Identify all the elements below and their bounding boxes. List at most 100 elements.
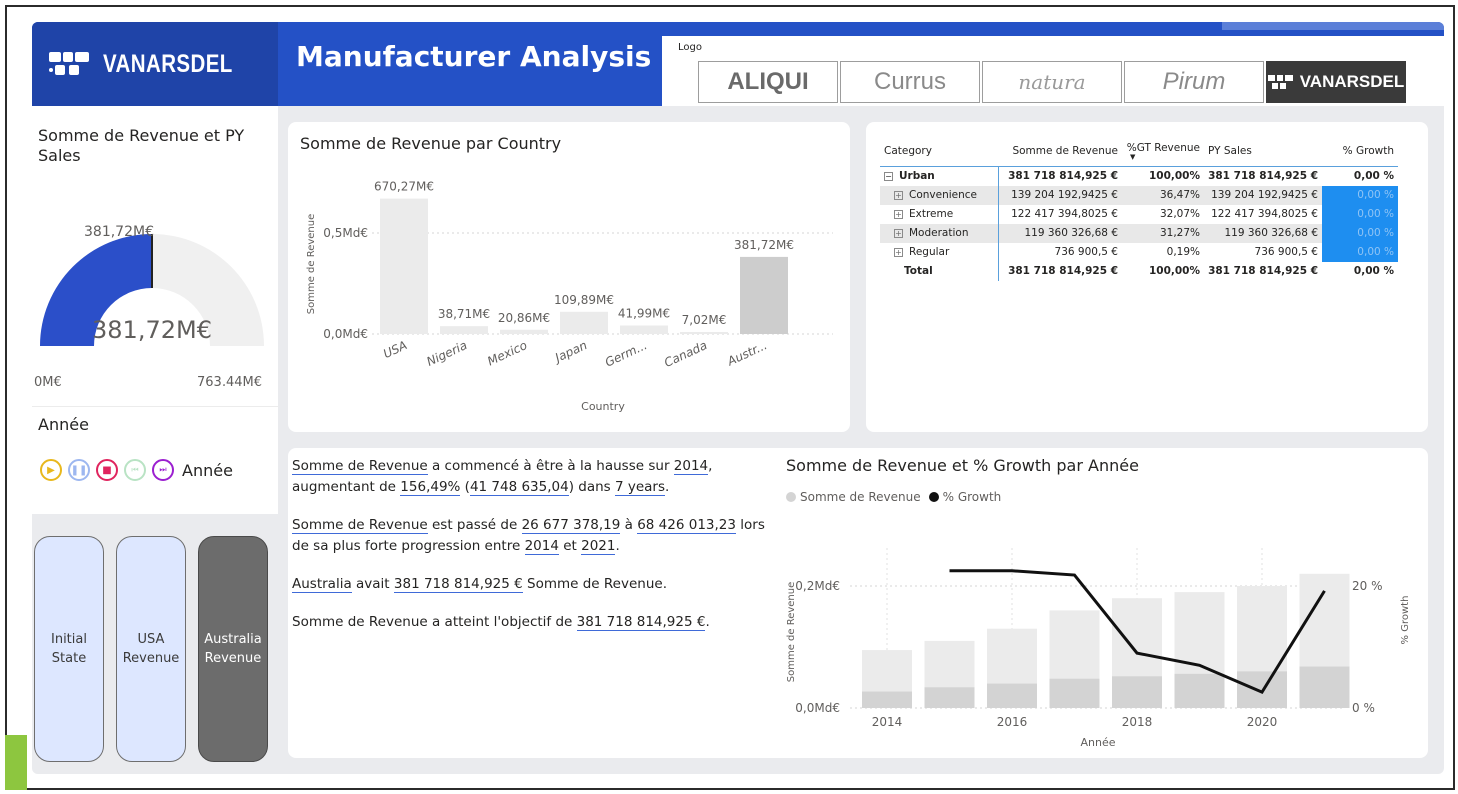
revenue-gauge: 381,72M€ 381,72M€ 0M€ 763,44M€: [34, 224, 264, 386]
pause-icon[interactable]: ❚❚: [68, 459, 90, 481]
country-bar[interactable]: [380, 198, 428, 334]
logo-option-natura[interactable]: natura: [982, 61, 1122, 103]
matrix-cell: 0,00 %: [1353, 265, 1394, 277]
country-x-tick: Nigeria: [424, 338, 469, 369]
country-x-tick: Austr...: [724, 338, 769, 369]
matrix-cell: 122 417 394,8025 €: [1211, 208, 1318, 220]
bookmark-navigator: Initial State USA Revenue Australia Reve…: [32, 514, 278, 774]
bookmark-australia-revenue[interactable]: Australia Revenue: [198, 536, 268, 762]
matrix-cell: 36,47%: [1122, 185, 1204, 205]
logo-option-aliqui[interactable]: ALIQUI: [698, 61, 838, 103]
matrix-header-py-sales[interactable]: PY Sales: [1204, 138, 1322, 167]
country-y-tick: 0,5Md€: [323, 226, 368, 240]
country-bar[interactable]: [620, 325, 668, 334]
previous-icon[interactable]: ⏮: [124, 459, 146, 481]
gauge-title: Somme de Revenue et PY Sales: [38, 126, 245, 165]
logo-option-vanarsdel[interactable]: VANARSDEL: [1266, 61, 1406, 103]
revenue-bar-segment[interactable]: [987, 683, 1037, 708]
matrix-row-moderation[interactable]: + Moderation 119 360 326,68 € 31,27% 119 …: [880, 223, 1398, 243]
smart-narrative: Somme de Revenue a commencé à être à la …: [292, 456, 772, 650]
revenue-bar-segment[interactable]: [862, 691, 912, 708]
revenue-bar-segment[interactable]: [1049, 678, 1100, 708]
combo-chart-legend: Somme de Revenue % Growth: [786, 490, 1001, 504]
next-icon[interactable]: ⏭: [152, 459, 174, 481]
logo-option-currus[interactable]: Currus: [840, 61, 980, 103]
matrix-cell: 0,00 %: [1322, 185, 1398, 205]
matrix-cell: 139 204 192,9425 €: [1204, 185, 1322, 205]
matrix-row-total: Total 381 718 814,925 € 100,00% 381 718 …: [880, 261, 1398, 281]
combo-y-tick: 0,2Md€: [795, 579, 840, 593]
matrix-cell: 0,00 %: [1322, 204, 1398, 224]
revenue-bar-segment[interactable]: [924, 687, 975, 708]
matrix-cell: 381 718 814,925 €: [1008, 265, 1118, 277]
combo-x-tick: 2014: [872, 715, 903, 729]
matrix-cell: 381 718 814,925 €: [1208, 170, 1318, 183]
country-data-label: 41,99M€: [618, 307, 670, 321]
page-title: Manufacturer Analysis: [296, 40, 652, 73]
stop-icon[interactable]: ■: [96, 459, 118, 481]
combo-x-axis-title: Année: [1080, 736, 1115, 749]
country-data-label: 38,71M€: [438, 307, 490, 321]
matrix-header-revenue[interactable]: Somme de Revenue: [998, 138, 1122, 167]
matrix-row-regular[interactable]: + Regular 736 900,5 € 0,19% 736 900,5 € 0…: [880, 242, 1398, 262]
bookmark-usa-revenue[interactable]: USA Revenue: [116, 536, 186, 762]
bookmark-initial-state[interactable]: Initial State: [34, 536, 104, 762]
matrix-cell: 736 900,5 €: [1254, 246, 1318, 258]
matrix-header-growth[interactable]: % Growth: [1322, 138, 1398, 167]
matrix-cell: 736 900,5 €: [1054, 246, 1118, 258]
country-bar[interactable]: [740, 256, 788, 334]
play-icon[interactable]: ▶: [40, 459, 62, 481]
brand-name: VANARSDEL: [102, 49, 233, 78]
gauge-value: 381,72M€: [92, 316, 212, 344]
year-slicer-title: Année: [38, 415, 89, 434]
legend-growth-icon: [928, 492, 939, 502]
revenue-bar-segment[interactable]: [1299, 666, 1350, 708]
narrative-paragraph: Somme de Revenue est passé de 26 677 378…: [292, 517, 765, 555]
combo-chart: Somme de Revenue % Growth 0,2Md€ 0,0Md€ …: [786, 548, 1411, 749]
country-bar[interactable]: [560, 311, 608, 334]
left-panel: Somme de Revenue et PY Sales 381,72M€ 38…: [32, 106, 278, 774]
combo-x-tick: 2020: [1247, 715, 1278, 729]
country-y-axis-title: Somme de Revenue: [306, 214, 317, 315]
matrix-row-urban[interactable]: − Urban 381 718 814,925 € 100,00% 381 718…: [880, 166, 1398, 186]
logo-option-pirum[interactable]: Pirum: [1124, 61, 1264, 103]
matrix-cell: 0,00 %: [1322, 242, 1398, 262]
matrix-row-convenience[interactable]: + Convenience 139 204 192,9425 € 36,47% 1…: [880, 185, 1398, 205]
combo-y-tick: 0,0Md€: [795, 701, 840, 715]
country-x-tick: Mexico: [485, 338, 529, 368]
revenue-bar-segment[interactable]: [1174, 673, 1225, 708]
country-bar-chart: Somme de Revenue 0,5Md€ 0,0Md€ 670,27M€ U…: [306, 180, 833, 413]
matrix-cell: 381 718 814,925 €: [1008, 170, 1118, 183]
expand-icon[interactable]: +: [894, 228, 903, 238]
matrix-cell: 122 417 394,8025 €: [1011, 208, 1118, 220]
revenue-bar-segment[interactable]: [1112, 676, 1162, 708]
year-slicer: Année ▶ ❚❚ ■ ⏮ ⏭ Année: [32, 406, 278, 514]
country-bar[interactable]: [680, 332, 728, 334]
legend-revenue-icon: [786, 492, 796, 502]
combo-y2-tick: 20 %: [1352, 579, 1383, 593]
collapse-icon[interactable]: −: [884, 171, 893, 181]
country-x-tick: Japan: [551, 338, 589, 366]
matrix-cell: 100,00%: [1148, 170, 1200, 183]
combo-y2-tick: 0 %: [1352, 701, 1375, 715]
category-matrix: Category Somme de Revenue %GT Revenue ▼ P…: [880, 138, 1398, 281]
country-bar[interactable]: [500, 329, 548, 334]
matrix-row-extreme[interactable]: + Extreme 122 417 394,8025 € 32,07% 122 4…: [880, 204, 1398, 224]
combo-x-tick: 2016: [997, 715, 1028, 729]
country-x-tick: Germ...: [603, 338, 649, 370]
expand-icon[interactable]: +: [894, 247, 903, 257]
matrix-cell: 0,00 %: [1353, 170, 1394, 183]
narrative-paragraph: Australia avait 381 718 814,925 € Somme …: [292, 576, 667, 593]
legend-revenue-label: Somme de Revenue: [800, 490, 921, 504]
expand-icon[interactable]: +: [894, 190, 903, 200]
matrix-header-gt-revenue[interactable]: %GT Revenue ▼: [1122, 138, 1204, 167]
country-bar[interactable]: [440, 326, 488, 334]
narrative-and-trend-card: Somme de Revenue a commencé à être à la …: [288, 448, 1428, 758]
combo-x-tick: 2018: [1122, 715, 1153, 729]
sort-desc-icon: ▼: [1130, 153, 1136, 161]
country-x-tick: Canada: [662, 338, 709, 370]
matrix-header-category[interactable]: Category: [880, 138, 998, 167]
country-data-label: 20,86M€: [498, 311, 550, 325]
expand-icon[interactable]: +: [894, 209, 903, 219]
matrix-cell: 139 204 192,9425 €: [998, 185, 1122, 205]
